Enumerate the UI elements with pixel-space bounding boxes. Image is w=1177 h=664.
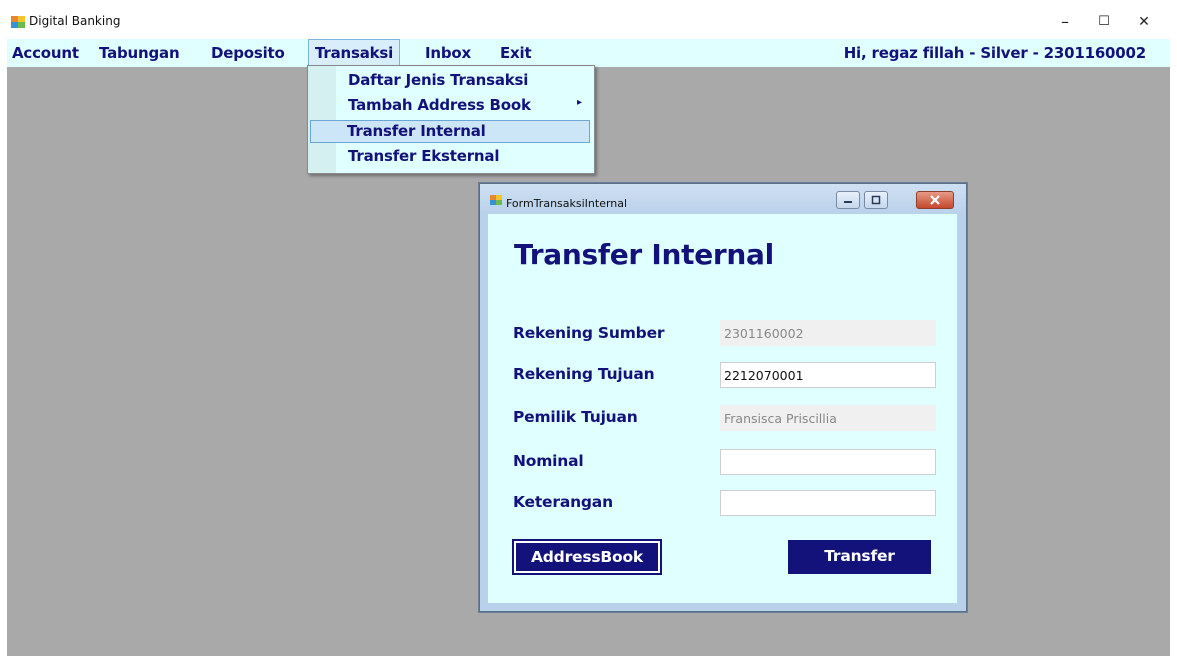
pemilik-tujuan-field [720, 405, 936, 431]
menu-item-label: Tambah Address Book [348, 96, 531, 114]
title-bar: Digital Banking – ☐ ✕ [7, 5, 1170, 39]
menu-item-label: Daftar Jenis Transaksi [348, 71, 529, 89]
window-title: Digital Banking [29, 14, 121, 28]
menu-exit[interactable]: Exit [500, 44, 532, 62]
transfer-internal-form-window: FormTransaksiInternal Transfer Internal … [479, 183, 967, 612]
child-window-title: FormTransaksiInternal [506, 197, 628, 210]
pemilik-tujuan-label: Pemilik Tujuan [513, 408, 638, 426]
menu-item-transfer-eksternal[interactable]: Transfer Eksternal [310, 145, 590, 168]
close-button[interactable]: ✕ [1129, 10, 1159, 34]
menu-item-label: Transfer Eksternal [348, 147, 500, 165]
menu-item-transfer-internal[interactable]: Transfer Internal [310, 120, 590, 143]
keterangan-label: Keterangan [513, 493, 613, 511]
menu-transaksi[interactable]: Transaksi [308, 39, 401, 66]
child-title-bar[interactable]: FormTransaksiInternal [480, 184, 966, 214]
rekening-sumber-label: Rekening Sumber [513, 324, 665, 342]
rekening-tujuan-label: Rekening Tujuan [513, 365, 655, 383]
rekening-tujuan-field[interactable] [720, 362, 936, 388]
keterangan-field[interactable] [720, 490, 936, 516]
child-maximize-button[interactable] [864, 191, 888, 209]
menu-item-daftar-jenis-transaksi[interactable]: Daftar Jenis Transaksi [310, 69, 590, 92]
minimize-icon [844, 201, 852, 203]
maximize-button[interactable]: ☐ [1089, 10, 1119, 34]
nominal-field[interactable] [720, 449, 936, 475]
form-icon [490, 195, 502, 205]
submenu-arrow-icon: ▸ [576, 97, 582, 108]
minimize-button[interactable]: – [1050, 10, 1080, 34]
transaksi-dropdown-menu: Daftar Jenis Transaksi Tambah Address Bo… [307, 65, 595, 174]
child-close-button[interactable] [916, 191, 954, 209]
menu-item-label: Transfer Internal [347, 122, 486, 140]
menu-tabungan[interactable]: Tabungan [99, 44, 180, 62]
menu-bar: Account Tabungan Deposito Transaksi Inbo… [7, 39, 1170, 67]
form-client-area: Transfer Internal Rekening Sumber Rekeni… [488, 214, 957, 603]
nominal-label: Nominal [513, 452, 584, 470]
menu-item-tambah-address-book[interactable]: Tambah Address Book ▸ [310, 94, 590, 117]
addressbook-button[interactable]: AddressBook [512, 539, 662, 575]
maximize-icon [871, 195, 881, 205]
form-heading: Transfer Internal [514, 238, 774, 271]
menu-deposito[interactable]: Deposito [211, 44, 285, 62]
rekening-sumber-field [720, 320, 936, 346]
app-window: Digital Banking – ☐ ✕ Account Tabungan D… [7, 5, 1170, 656]
user-greeting: Hi, regaz fillah - Silver - 2301160002 [843, 44, 1146, 62]
menu-account[interactable]: Account [12, 44, 79, 62]
menu-inbox[interactable]: Inbox [425, 44, 471, 62]
close-icon [930, 195, 940, 205]
app-form-icon [11, 16, 25, 28]
transfer-button[interactable]: Transfer [788, 540, 931, 574]
child-minimize-button[interactable] [836, 191, 860, 209]
